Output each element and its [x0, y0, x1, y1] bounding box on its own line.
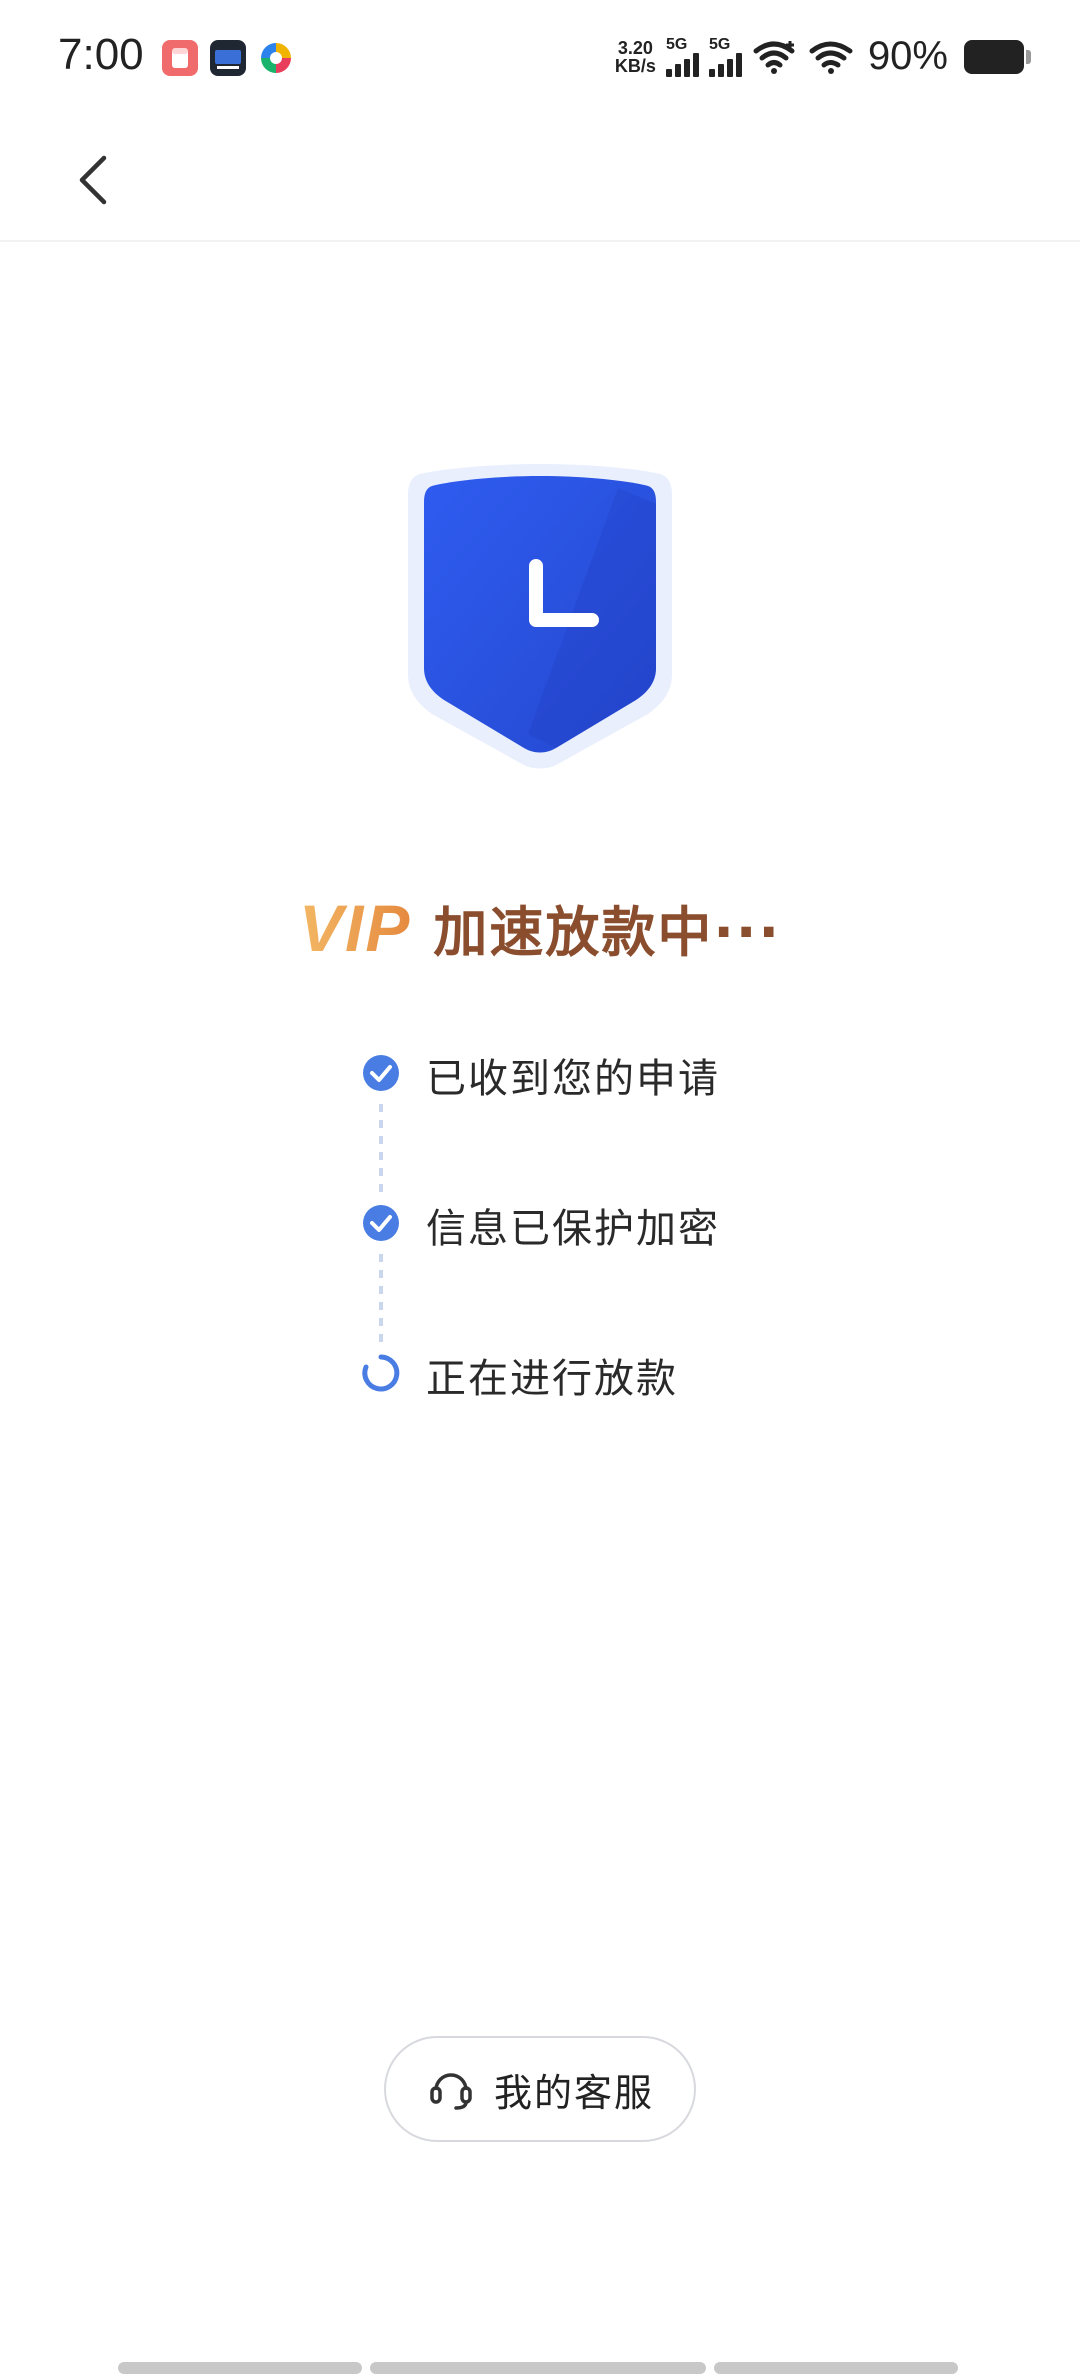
screen: 7:00 3.20 KB/s 5G 5G 90% VIP 加速放款中··· 已收…: [0, 0, 1080, 2376]
step-item: 正在进行放款: [360, 1340, 880, 1490]
page-title: 加速放款中···: [433, 901, 781, 964]
shield-clock-icon: [408, 464, 672, 772]
status-bar: 7:00 3.20 KB/s 5G 5G 90%: [0, 0, 1080, 118]
headset-icon: [430, 2073, 472, 2110]
network-speed: 3.20 KB/s: [615, 39, 656, 75]
notification-icons: [162, 40, 294, 76]
step-connector: [379, 1104, 383, 1198]
navigation-bar: [0, 118, 1080, 242]
customer-service-label: 我的客服: [493, 2070, 654, 2115]
check-circle-icon: [363, 1205, 399, 1241]
vip-badge: VIP: [299, 890, 412, 965]
network-speed-unit: KB/s: [614, 55, 656, 76]
status-time: 7:00: [58, 30, 144, 79]
back-button[interactable]: [58, 144, 130, 216]
chevron-left-icon: [79, 155, 107, 205]
signal-sim2: 5G: [708, 35, 742, 77]
step-label: 已收到您的申请: [426, 1056, 720, 1102]
red-app-icon: [162, 40, 198, 76]
wifi-icon: [809, 41, 853, 74]
sim1-label: 5G: [665, 35, 688, 53]
step-label: 信息已保护加密: [426, 1206, 720, 1252]
step-connector: [379, 1254, 383, 1348]
signal-bars-icon: [665, 52, 699, 77]
progress-steps: 已收到您的申请 信息已保护加密 正在进行放款: [360, 1040, 880, 1490]
signal-sim1: 5G: [665, 35, 699, 77]
signal-bars-icon: [708, 52, 742, 77]
network-speed-value: 3.20: [617, 37, 653, 58]
colorful-app-icon: [258, 40, 294, 76]
sim2-label: 5G: [708, 35, 731, 53]
step-label: 正在进行放款: [426, 1356, 678, 1402]
step-item: 已收到您的申请: [360, 1040, 880, 1198]
battery-percent: 90%: [867, 34, 948, 78]
wifi-plus-icon: [753, 40, 795, 74]
loading-spinner-icon: [362, 1354, 400, 1392]
battery-icon: [964, 39, 1031, 74]
gesture-bar: [118, 2362, 958, 2374]
customer-service-button[interactable]: 我的客服: [384, 2036, 696, 2142]
check-circle-icon: [363, 1055, 399, 1091]
status-indicators: 3.20 KB/s 5G 5G 90%: [615, 34, 1031, 79]
dark-app-icon: [210, 40, 246, 76]
step-item: 信息已保护加密: [360, 1190, 880, 1348]
status-title: VIP 加速放款中···: [0, 888, 1080, 967]
